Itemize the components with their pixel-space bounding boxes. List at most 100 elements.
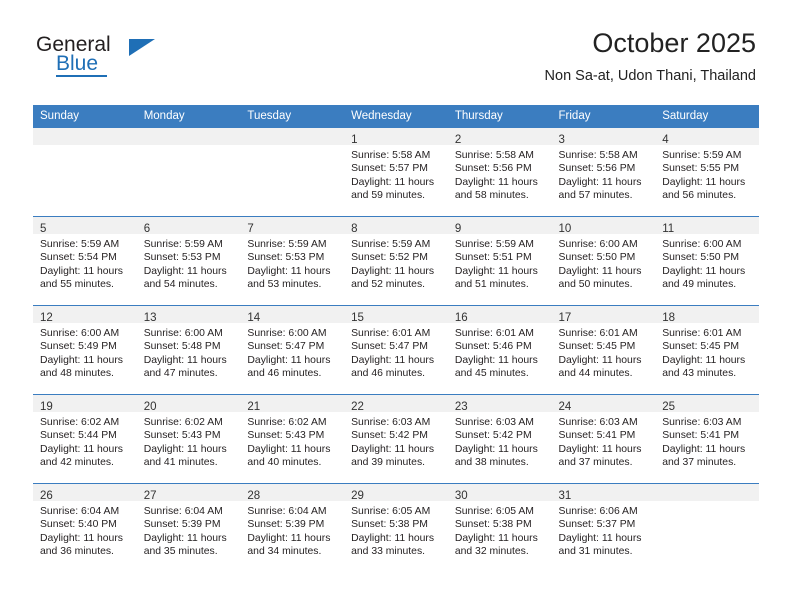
day-cell-body: Sunrise: 5:59 AM Sunset: 5:54 PM Daylight:… [33,234,137,292]
sunrise-text: Sunrise: 6:04 AM [247,506,327,517]
day-number-band: 29 [344,484,448,502]
daylight-text-line2: and 35 minutes. [143,546,218,558]
sunset-text: Sunset: 5:54 PM [40,252,117,264]
day-number: 21 [247,401,261,413]
daylight-text-line1: Daylight: 11 hours [247,532,331,544]
daylight-text-line1: Daylight: 11 hours [351,265,435,277]
day-cell-body: Sunrise: 5:59 AM Sunset: 5:52 PM Daylight:… [344,234,448,292]
day-number: 23 [454,401,468,413]
calendar-day-cell[interactable]: 28 Sunrise: 6:04 AM Sunset: 5:39 PM Dayligh… [240,483,345,572]
daylight-text-line1: Daylight: 11 hours [662,354,746,366]
day-cell-body: Sunrise: 6:01 AM Sunset: 5:45 PM Daylight:… [552,323,656,381]
day-cell-body: Sunrise: 6:03 AM Sunset: 5:41 PM Daylight:… [552,412,656,470]
daylight-text-line2: and 50 minutes. [558,279,633,291]
day-cell-body: Sunrise: 6:01 AM Sunset: 5:45 PM Daylight:… [655,323,759,381]
calendar-day-cell[interactable]: 18 Sunrise: 6:01 AM Sunset: 5:45 PM Dayligh… [655,305,759,395]
calendar-day-cell[interactable]: 21 Sunrise: 6:02 AM Sunset: 5:43 PM Dayligh… [240,394,345,484]
calendar-day-cell[interactable]: 10 Sunrise: 6:00 AM Sunset: 5:50 PM Dayligh… [551,216,656,306]
daylight-text-line2: and 47 minutes. [143,368,218,380]
daylight-text-line2: and 42 minutes. [40,457,114,469]
day-cell-body: Sunrise: 6:05 AM Sunset: 5:38 PM Daylight:… [448,501,552,559]
day-number-band: 28 [240,484,345,502]
calendar-day-cell[interactable]: 9 Sunrise: 5:59 AM Sunset: 5:51 PM Daylight… [447,216,552,306]
weekday-header-monday: Monday [136,105,241,128]
calendar-day-cell[interactable]: 8 Sunrise: 5:59 AM Sunset: 5:52 PM Daylight… [344,216,448,306]
day-number: 18 [662,312,676,324]
sunset-text: Sunset: 5:41 PM [662,430,740,442]
day-number-band: 21 [240,395,345,413]
calendar-day-cell[interactable]: 13 Sunrise: 6:00 AM Sunset: 5:48 PM Dayligh… [136,305,241,395]
calendar-day-cell[interactable]: 26 Sunrise: 6:04 AM Sunset: 5:40 PM Dayligh… [33,483,137,572]
sunrise-text: Sunrise: 5:59 AM [351,239,431,250]
daylight-text-line1: Daylight: 11 hours [558,443,642,455]
calendar-body: 1 Sunrise: 5:58 AM Sunset: 5:57 PM Daylight… [33,127,759,572]
sunrise-text: Sunrise: 6:01 AM [454,328,534,339]
calendar-day-cell[interactable]: 4 Sunrise: 5:59 AM Sunset: 5:55 PM Daylight… [655,127,759,217]
day-cell-body: Sunrise: 6:02 AM Sunset: 5:43 PM Daylight:… [137,412,241,470]
day-number: 19 [40,401,53,413]
calendar-day-cell[interactable]: 20 Sunrise: 6:02 AM Sunset: 5:43 PM Dayligh… [136,394,241,484]
day-number-band: 6 [136,217,241,235]
day-number-band: 13 [136,306,241,324]
calendar-day-cell[interactable]: 31 Sunrise: 6:06 AM Sunset: 5:37 PM Dayligh… [551,483,656,572]
day-number: 10 [558,223,572,235]
calendar-day-cell[interactable]: 24 Sunrise: 6:03 AM Sunset: 5:41 PM Dayligh… [551,394,656,484]
calendar-day-cell[interactable]: 5 Sunrise: 5:59 AM Sunset: 5:54 PM Daylight… [33,216,137,306]
day-number-band: 4 [655,128,759,146]
day-number-band: 22 [344,395,448,413]
day-number: 29 [351,490,364,502]
calendar-day-cell[interactable]: 22 Sunrise: 6:03 AM Sunset: 5:42 PM Dayligh… [344,394,448,484]
day-number-band: 8 [344,217,448,235]
calendar-day-cell[interactable]: 25 Sunrise: 6:03 AM Sunset: 5:41 PM Dayligh… [655,394,759,484]
daylight-text-line1: Daylight: 11 hours [558,265,642,277]
sunrise-text: Sunrise: 6:03 AM [454,417,534,428]
day-cell-body: Sunrise: 6:02 AM Sunset: 5:44 PM Daylight:… [33,412,137,470]
day-number: 14 [247,312,261,324]
day-cell-body: Sunrise: 6:04 AM Sunset: 5:39 PM Daylight:… [137,501,241,559]
sunrise-text: Sunrise: 6:02 AM [143,417,223,428]
day-number-band: 7 [240,217,345,235]
weekday-header-wednesday: Wednesday [344,105,448,128]
calendar-day-cell[interactable]: 23 Sunrise: 6:03 AM Sunset: 5:42 PM Dayligh… [447,394,552,484]
daylight-text-line2: and 43 minutes. [662,368,737,380]
day-number: 30 [454,490,468,502]
day-number: 20 [143,401,157,413]
calendar-day-cell[interactable]: 12 Sunrise: 6:00 AM Sunset: 5:49 PM Dayligh… [33,305,137,395]
day-number: 16 [454,312,468,324]
day-number-band: 3 [551,128,656,146]
calendar-day-cell[interactable]: 11 Sunrise: 6:00 AM Sunset: 5:50 PM Dayligh… [655,216,759,306]
calendar-day-cell[interactable]: 3 Sunrise: 5:58 AM Sunset: 5:56 PM Daylight… [551,127,656,217]
day-number-band: 19 [33,395,137,413]
calendar-day-cell[interactable]: 30 Sunrise: 6:05 AM Sunset: 5:38 PM Dayligh… [447,483,552,572]
calendar-day-cell[interactable]: 19 Sunrise: 6:02 AM Sunset: 5:44 PM Dayligh… [33,394,137,484]
day-cell-body: Sunrise: 6:04 AM Sunset: 5:40 PM Daylight:… [33,501,137,559]
calendar-day-cell[interactable]: 17 Sunrise: 6:01 AM Sunset: 5:45 PM Dayligh… [551,305,656,395]
daylight-text-line2: and 38 minutes. [454,457,529,469]
daylight-text-line1: Daylight: 11 hours [454,532,538,544]
sunrise-text: Sunrise: 6:00 AM [662,239,742,250]
calendar-day-cell[interactable]: 29 Sunrise: 6:05 AM Sunset: 5:38 PM Dayligh… [344,483,448,572]
calendar-day-cell[interactable]: 16 Sunrise: 6:01 AM Sunset: 5:46 PM Dayligh… [447,305,552,395]
day-number: 22 [351,401,364,413]
sunrise-text: Sunrise: 6:01 AM [351,328,431,339]
calendar-day-cell[interactable]: 15 Sunrise: 6:01 AM Sunset: 5:47 PM Dayligh… [344,305,448,395]
calendar-day-cell[interactable]: 1 Sunrise: 5:58 AM Sunset: 5:57 PM Daylight… [344,127,448,217]
title-block: October 2025 Non Sa-at, Udon Thani, Thai… [545,26,756,87]
generalblue-logo[interactable]: General Blue [36,33,206,85]
calendar-day-cell[interactable]: 14 Sunrise: 6:00 AM Sunset: 5:47 PM Dayligh… [240,305,345,395]
daylight-text-line1: Daylight: 11 hours [662,176,746,188]
daylight-text-line2: and 53 minutes. [247,279,322,291]
calendar-day-cell[interactable]: 2 Sunrise: 5:58 AM Sunset: 5:56 PM Daylight… [447,127,552,217]
day-number-band: 27 [136,484,241,502]
calendar-day-cell[interactable]: 27 Sunrise: 6:04 AM Sunset: 5:39 PM Dayligh… [136,483,241,572]
sunset-text: Sunset: 5:48 PM [143,341,221,353]
sunset-text: Sunset: 5:57 PM [351,163,428,175]
daylight-text-line1: Daylight: 11 hours [143,443,227,455]
daylight-text-line2: and 49 minutes. [662,279,737,291]
weekday-header-row: Sunday Monday Tuesday Wednesday Thursday Frid… [33,105,759,128]
daylight-text-line1: Daylight: 11 hours [558,176,642,188]
calendar-day-cell[interactable]: 7 Sunrise: 5:59 AM Sunset: 5:53 PM Daylight… [240,216,345,306]
daylight-text-line2: and 52 minutes. [351,279,426,291]
calendar-day-cell[interactable]: 6 Sunrise: 5:59 AM Sunset: 5:53 PM Daylight… [136,216,241,306]
day-cell-body: Sunrise: 6:00 AM Sunset: 5:49 PM Daylight:… [33,323,137,381]
